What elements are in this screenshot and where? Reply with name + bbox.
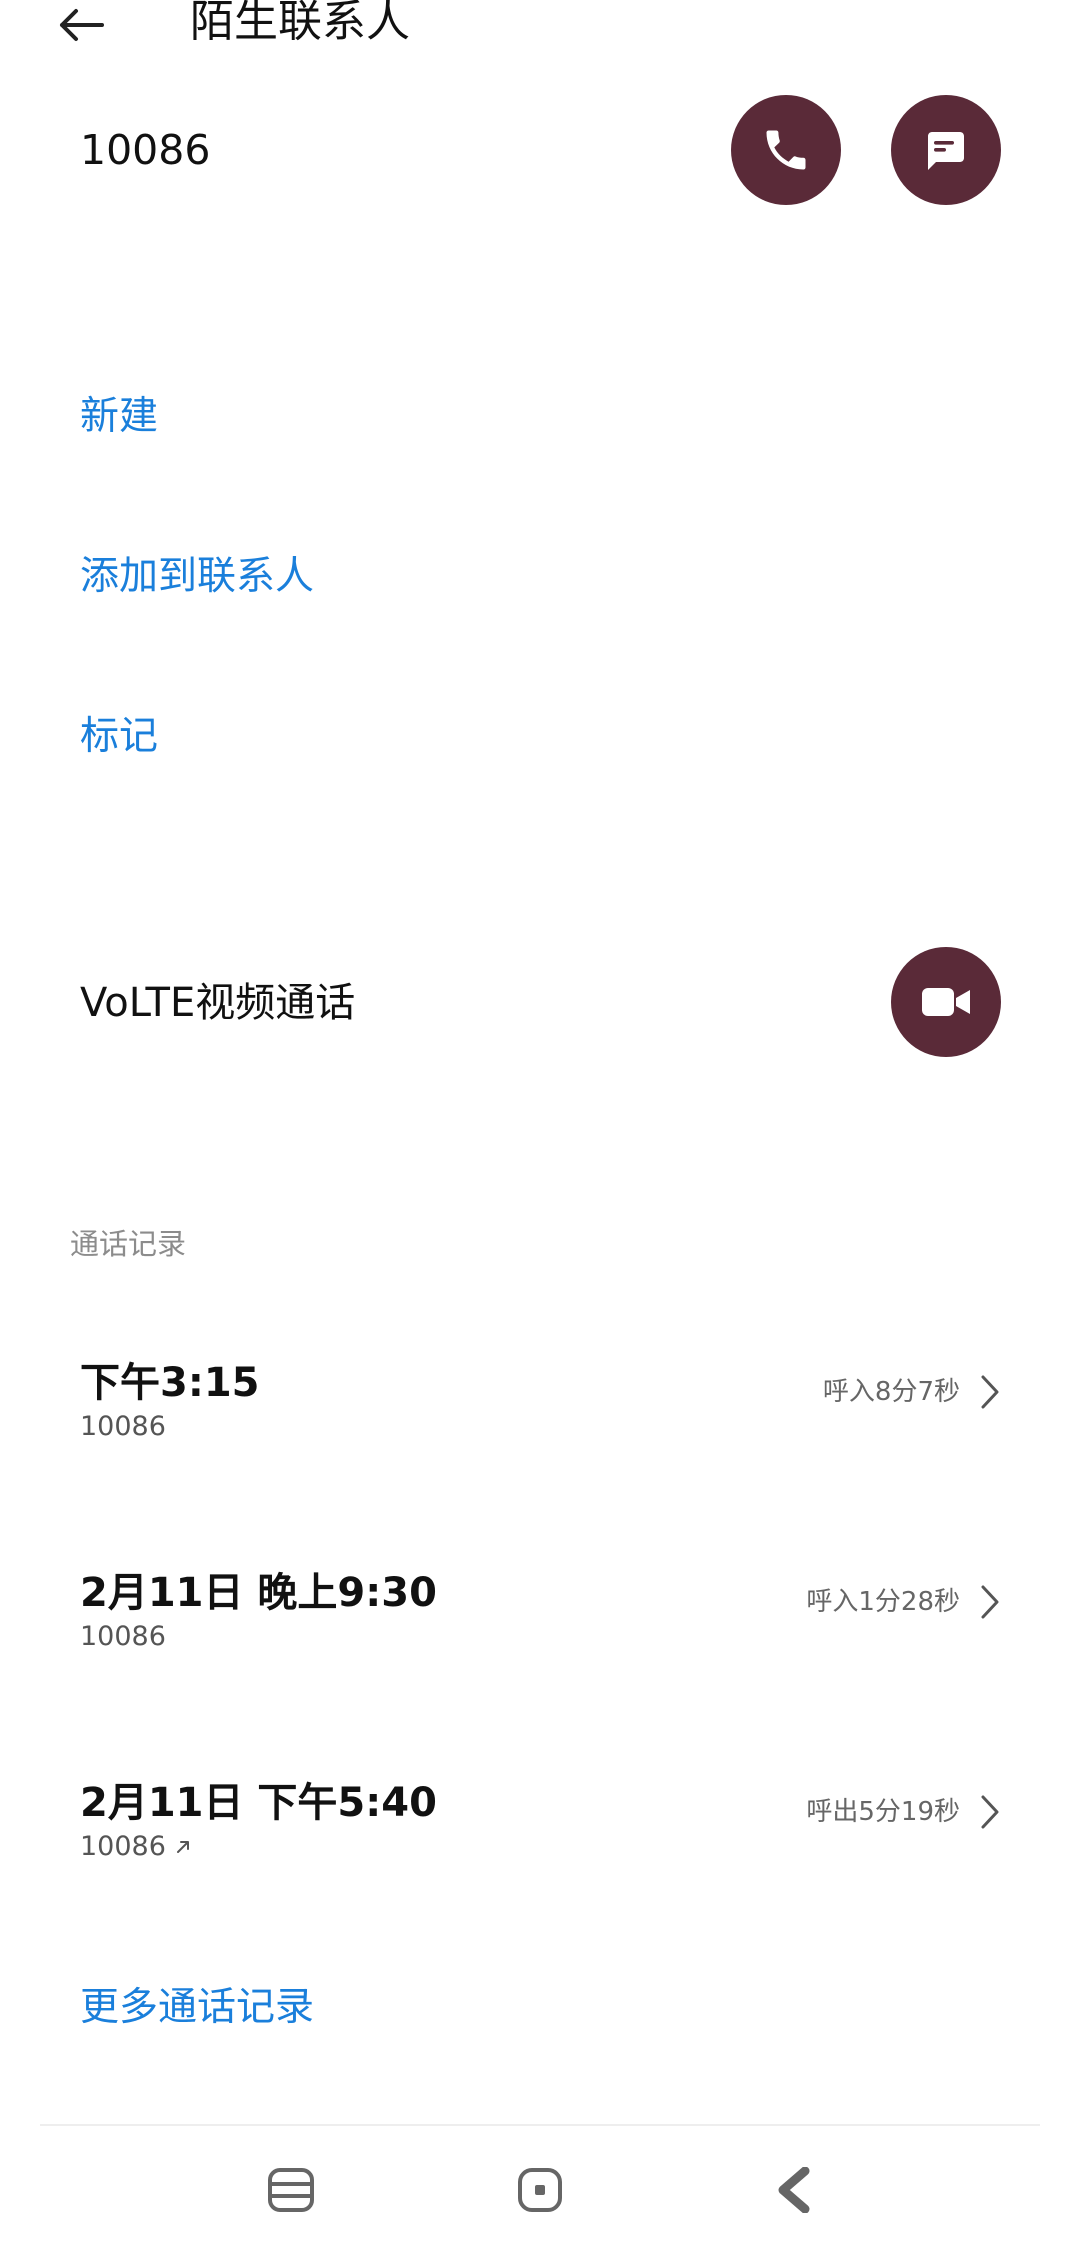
call-number: 10086 xyxy=(80,1620,166,1654)
call-duration: 呼入8分7秒 xyxy=(822,1377,960,1407)
message-icon xyxy=(928,132,964,170)
outgoing-arrow-icon xyxy=(176,1841,189,1853)
call-number-text: 10086 xyxy=(80,1621,166,1652)
more-call-log-link[interactable]: 更多通话记录 xyxy=(80,1983,314,2033)
nav-home-button[interactable] xyxy=(500,2160,580,2220)
call-number: 10086 xyxy=(80,1830,192,1864)
call-time: 2月11日 下午5:40 xyxy=(80,1780,437,1826)
back-icon xyxy=(778,2167,810,2213)
add-to-contacts-link[interactable]: 添加到联系人 xyxy=(80,552,314,602)
arrow-left-icon xyxy=(60,9,104,41)
menu-icon xyxy=(268,2168,314,2212)
chevron-right-icon xyxy=(981,1795,999,1829)
contact-number: 10086 xyxy=(80,126,211,174)
chevron-right-icon xyxy=(981,1585,999,1619)
volte-video-call-label: VoLTE视频通话 xyxy=(80,980,356,1026)
mark-link[interactable]: 标记 xyxy=(80,712,158,762)
call-number-text: 10086 xyxy=(80,1831,166,1862)
call-time: 2月11日 晚上9:30 xyxy=(80,1570,437,1616)
call-number-text: 10086 xyxy=(80,1411,166,1442)
call-duration: 呼出5分19秒 xyxy=(806,1797,960,1827)
call-number: 10086 xyxy=(80,1410,166,1444)
call-meta: 呼出5分19秒 xyxy=(806,1794,1000,1830)
call-button[interactable] xyxy=(731,95,841,205)
home-icon xyxy=(518,2168,562,2212)
call-time: 下午3:15 xyxy=(80,1360,260,1406)
call-log-row[interactable]: 2月11日 下午5:40 10086 呼出5分19秒 xyxy=(0,1778,1080,1928)
nav-menu-button[interactable] xyxy=(251,2160,331,2220)
call-meta: 呼入8分7秒 xyxy=(823,1374,1000,1410)
back-button[interactable] xyxy=(56,0,136,50)
call-meta: 呼入1分28秒 xyxy=(806,1584,1000,1620)
call-log-row[interactable]: 2月11日 晚上9:30 10086 呼入1分28秒 xyxy=(0,1568,1080,1718)
message-button[interactable] xyxy=(891,95,1001,205)
phone-icon xyxy=(766,130,806,170)
call-log-section-title: 通话记录 xyxy=(70,1227,187,1261)
divider xyxy=(40,2124,1040,2126)
page-title: 陌生联系人 xyxy=(190,0,410,47)
video-call-button[interactable] xyxy=(891,947,1001,1057)
chevron-right-icon xyxy=(981,1375,999,1409)
video-camera-icon xyxy=(922,988,970,1016)
call-duration: 呼入1分28秒 xyxy=(806,1587,960,1617)
call-log-row[interactable]: 下午3:15 10086 呼入8分7秒 xyxy=(0,1358,1080,1508)
nav-back-button[interactable] xyxy=(755,2160,835,2220)
new-contact-link[interactable]: 新建 xyxy=(80,392,158,442)
